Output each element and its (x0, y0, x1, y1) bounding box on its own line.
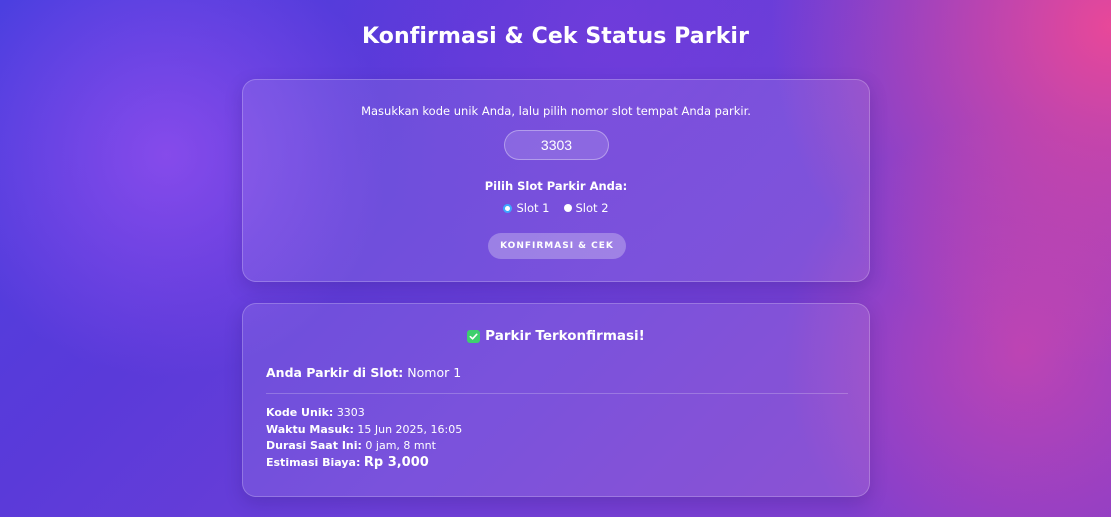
result-title-text: Parkir Terkonfirmasi! (485, 328, 645, 344)
result-title: Parkir Terkonfirmasi! (243, 328, 869, 344)
duration-value: 0 jam, 8 mnt (365, 439, 436, 452)
check-mark-icon (467, 329, 481, 343)
cost-value: Rp 3,000 (363, 454, 429, 470)
entry-time-row: Waktu Masuk: 15 Jun 2025, 16:05 (266, 422, 462, 439)
slot-select-label: Pilih Slot Parkir Anda: (484, 179, 628, 193)
page-title: Konfirmasi & Cek Status Parkir (361, 24, 750, 49)
code-label: Kode Unik: (266, 406, 334, 419)
result-card: Parkir Terkonfirmasi! Anda Parkir di Slo… (242, 303, 870, 497)
cost-row: Estimasi Biaya: Rp 3,000 (266, 455, 462, 472)
confirm-check-button[interactable]: KONFIRMASI & CEK (488, 233, 626, 259)
parked-slot-line: Anda Parkir di Slot: Nomor 1 (266, 365, 461, 380)
radio-checked-icon[interactable] (503, 203, 513, 213)
duration-label: Durasi Saat Ini: (266, 439, 362, 452)
code-value: 3303 (336, 406, 365, 419)
slot-1-radio[interactable]: Slot 1 (503, 201, 550, 215)
duration-row: Durasi Saat Ini: 0 jam, 8 mnt (266, 438, 462, 455)
parked-slot-label: Anda Parkir di Slot: (266, 365, 404, 380)
slot-radio-group: Slot 1 Slot 2 (243, 201, 869, 215)
slot-2-radio[interactable]: Slot 2 (563, 201, 609, 215)
cost-label: Estimasi Biaya: (266, 455, 361, 469)
entry-time-label: Waktu Masuk: (266, 422, 354, 436)
parking-details: Kode Unik: 3303 Waktu Masuk: 15 Jun 2025… (266, 405, 462, 471)
slot-1-label: Slot 1 (516, 201, 550, 215)
parked-slot-value: Nomor 1 (407, 365, 462, 380)
unique-code-input[interactable] (504, 130, 609, 160)
confirmation-form-card: Masukkan kode unik Anda, lalu pilih nomo… (242, 79, 870, 282)
divider (266, 393, 848, 394)
code-row: Kode Unik: 3303 (266, 405, 462, 422)
slot-2-label: Slot 2 (575, 201, 609, 215)
instruction-text: Masukkan kode unik Anda, lalu pilih nomo… (361, 104, 751, 118)
entry-time-value: 15 Jun 2025, 16:05 (357, 422, 463, 436)
radio-unchecked-icon[interactable] (563, 204, 572, 212)
